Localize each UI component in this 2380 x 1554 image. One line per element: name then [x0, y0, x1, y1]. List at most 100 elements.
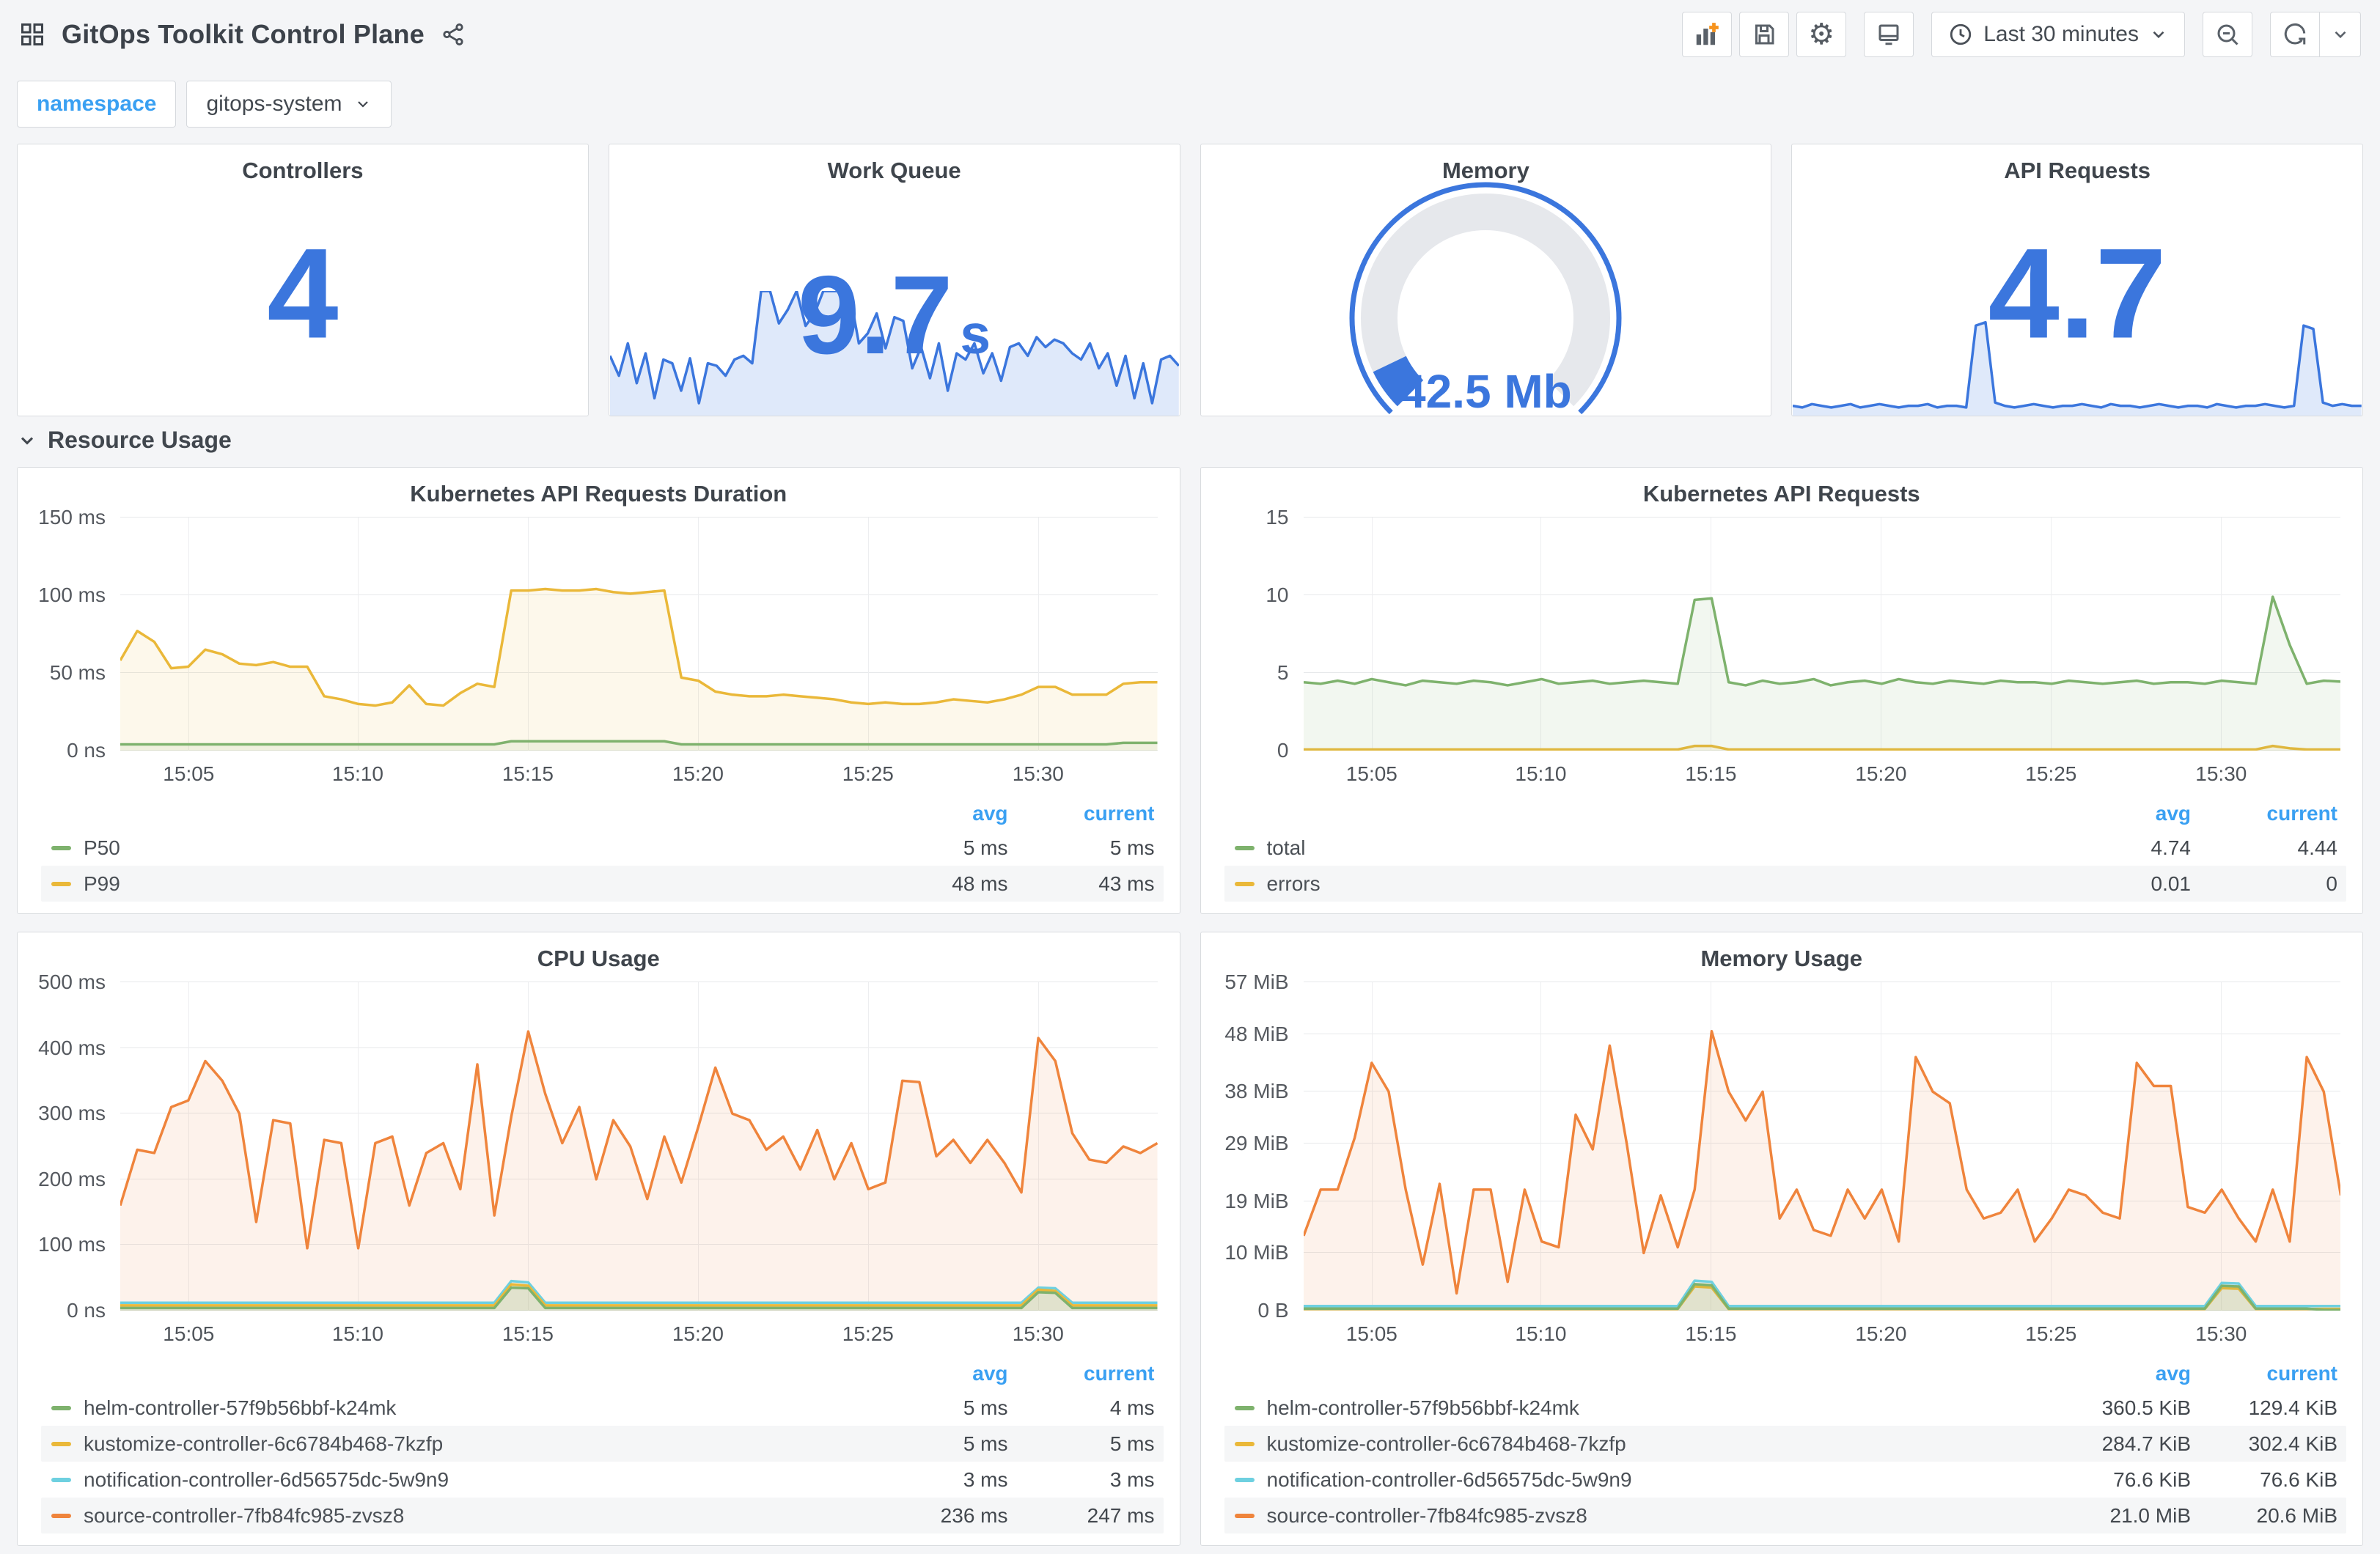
x-axis-tick-label: 15:25 [842, 1322, 894, 1345]
panel-title[interactable]: Memory Usage [1201, 932, 2363, 972]
legend-row: kustomize-controller-6c6784b468-7kzfp 284… [1224, 1426, 2346, 1462]
chart-plot-area[interactable]: 0 B 10 MiB 19 MiB 29 MiB 38 MiB 48 MiB 57 MiB [1224, 972, 2340, 1321]
legend-current-value: 43 ms [1098, 872, 1155, 895]
panel-title[interactable]: API Requests [1792, 144, 2362, 184]
legend-row: helm-controller-57f9b56bbf-k24mk 360.5 Ki… [1224, 1390, 2347, 1426]
legend-series-label[interactable]: errors [1267, 872, 2052, 896]
legend-current-value: 5 ms [1109, 836, 1155, 859]
legend-avg-value: 48 ms [952, 872, 1008, 895]
series-color-dash [51, 881, 71, 886]
panel-title[interactable]: Memory [1201, 144, 1771, 184]
legend-avg-value: 360.5 KiB [2101, 1396, 2191, 1419]
legend-series-label[interactable]: kustomize-controller-6c6784b468-7kzfp [1267, 1432, 2052, 1456]
legend-column-current[interactable]: current [2191, 1362, 2337, 1385]
legend-row: notification-controller-6d56575dc-5w9n9 7… [1224, 1462, 2347, 1498]
panel-title[interactable]: Work Queue [609, 144, 1180, 184]
legend-series-label[interactable]: source-controller-7fb84fc985-zvsz8 [1267, 1504, 2052, 1528]
legend-column-avg[interactable]: avg [2052, 1362, 2191, 1385]
legend-column-current[interactable]: current [1008, 1362, 1154, 1385]
y-axis-tick-label: 100 ms [38, 1233, 106, 1256]
x-axis-tick-label: 15:25 [2025, 762, 2077, 785]
panel-title[interactable]: Kubernetes API Requests [1201, 468, 2363, 507]
legend-avg-value: 4.74 [2151, 836, 2192, 859]
legend-series-label[interactable]: helm-controller-57f9b56bbf-k24mk [84, 1396, 869, 1420]
x-axis: 15:05 15:10 15:15 15:20 15:25 15:30 [120, 1311, 1158, 1353]
legend-avg-value: 236 ms [940, 1503, 1008, 1527]
legend-current-value: 3 ms [1109, 1468, 1155, 1491]
dashboard-toolbar: ⚙ Last 30 minutes [1682, 12, 2361, 57]
legend-column-avg[interactable]: avg [869, 802, 1007, 825]
legend-series-label[interactable]: kustomize-controller-6c6784b468-7kzfp [84, 1432, 869, 1456]
y-axis-tick-label: 100 ms [38, 583, 106, 606]
y-axis-tick-label: 29 MiB [1224, 1132, 1289, 1155]
chart-plot-area[interactable]: 0 ns 50 ms 100 ms 150 ms [38, 507, 1158, 761]
panel-title[interactable]: Controllers [18, 144, 588, 184]
legend-column-avg[interactable]: avg [2052, 802, 2191, 825]
legend-column-current[interactable]: current [2191, 802, 2337, 825]
row-header-title: Resource Usage [48, 427, 232, 453]
save-dashboard-button[interactable] [1739, 12, 1790, 57]
panel-title[interactable]: Kubernetes API Requests Duration [18, 468, 1180, 507]
y-axis-tick-label: 400 ms [38, 1036, 106, 1059]
time-range-picker[interactable]: Last 30 minutes [1931, 12, 2185, 57]
x-axis-tick-label: 15:15 [502, 1322, 554, 1345]
legend-series-label[interactable]: notification-controller-6d56575dc-5w9n9 [84, 1468, 869, 1492]
chevron-down-icon [354, 95, 372, 113]
legend-column-avg[interactable]: avg [869, 1362, 1007, 1385]
y-axis-tick-label: 200 ms [38, 1167, 106, 1190]
legend-current-value: 247 ms [1087, 1503, 1155, 1527]
series-color-dash [1234, 1513, 1255, 1518]
x-axis-tick-label: 15:20 [672, 762, 724, 785]
panel-work-queue: Work Queue 9.7 s [608, 144, 1180, 416]
dashboard-settings-button[interactable]: ⚙ [1796, 12, 1847, 57]
x-axis-tick-label: 15:05 [1345, 1322, 1397, 1345]
legend-series-label[interactable]: helm-controller-57f9b56bbf-k24mk [1267, 1396, 2052, 1420]
gauge-value: 42.5 Mb [1400, 365, 1572, 416]
refresh-interval-dropdown[interactable] [2320, 12, 2361, 57]
row-header-resource-usage[interactable]: Resource Usage [0, 416, 2380, 467]
variable-label-namespace: namespace [17, 81, 177, 128]
panel-title[interactable]: CPU Usage [18, 932, 1180, 972]
panel-cpu-usage: CPU Usage 0 ns 100 ms 200 ms 300 ms 400 ms 50… [17, 932, 1180, 1546]
add-panel-button[interactable] [1682, 12, 1733, 57]
legend-series-label[interactable]: P99 [84, 872, 869, 896]
chart-legend: avg current helm-controller-57f9b56bbf-k24… [1224, 1358, 2347, 1533]
refresh-button[interactable] [2270, 12, 2320, 57]
legend-series-label[interactable]: source-controller-7fb84fc985-zvsz8 [84, 1504, 869, 1528]
variable-value-dropdown[interactable]: gitops-system [186, 81, 392, 128]
panel-memory-usage: Memory Usage 0 B 10 MiB 19 MiB 29 MiB 38 MiB… [1200, 932, 2363, 1546]
x-axis-tick-label: 15:30 [1012, 1322, 1064, 1345]
y-axis-tick-label: 0 ns [67, 1299, 106, 1322]
legend-current-value: 4.44 [2297, 836, 2338, 859]
x-axis-tick-label: 15:15 [1685, 762, 1737, 785]
y-axis-tick-label: 300 ms [38, 1102, 106, 1125]
chart-plot-area[interactable]: 0 5 10 15 [1266, 507, 2340, 761]
x-axis-tick-label: 15:15 [1685, 1322, 1737, 1345]
chart-plot-area[interactable]: 0 ns 100 ms 200 ms 300 ms 400 ms 500 ms [38, 972, 1158, 1321]
y-axis-tick-label: 5 [1277, 661, 1289, 684]
x-axis-tick-label: 15:10 [331, 762, 383, 785]
legend-avg-value: 5 ms [963, 1396, 1008, 1419]
legend-header: avg current [1224, 798, 2347, 830]
stat-value: 4 [267, 222, 339, 365]
x-axis-tick-label: 15:15 [502, 762, 554, 785]
share-icon[interactable] [441, 22, 466, 47]
legend-header: avg current [1224, 1358, 2347, 1390]
x-axis-tick-label: 15:25 [842, 762, 894, 785]
legend-series-label[interactable]: notification-controller-6d56575dc-5w9n9 [1267, 1468, 2052, 1492]
zoom-out-button[interactable] [2203, 12, 2252, 57]
legend-column-current[interactable]: current [1008, 802, 1154, 825]
stat-panels-row: Controllers 4 Work Queue 9.7 s Memory 42.… [0, 144, 2380, 416]
legend-series-label[interactable]: total [1267, 836, 2052, 860]
cycle-view-button[interactable] [1864, 12, 1914, 57]
y-axis-tick-label: 150 ms [38, 506, 106, 529]
legend-current-value: 129.4 KiB [2248, 1396, 2337, 1419]
stat-value: 4.7 [1988, 222, 2167, 365]
stat-unit: s [960, 303, 991, 366]
dashboard-header: GitOps Toolkit Control Plane ⚙ Last 30 m… [0, 0, 2380, 69]
legend-current-value: 0 [2326, 872, 2337, 895]
x-axis-tick-label: 15:30 [1012, 762, 1064, 785]
legend-avg-value: 76.6 KiB [2113, 1468, 2191, 1491]
y-axis-tick-label: 0 ns [67, 739, 106, 762]
legend-series-label[interactable]: P50 [84, 836, 869, 860]
